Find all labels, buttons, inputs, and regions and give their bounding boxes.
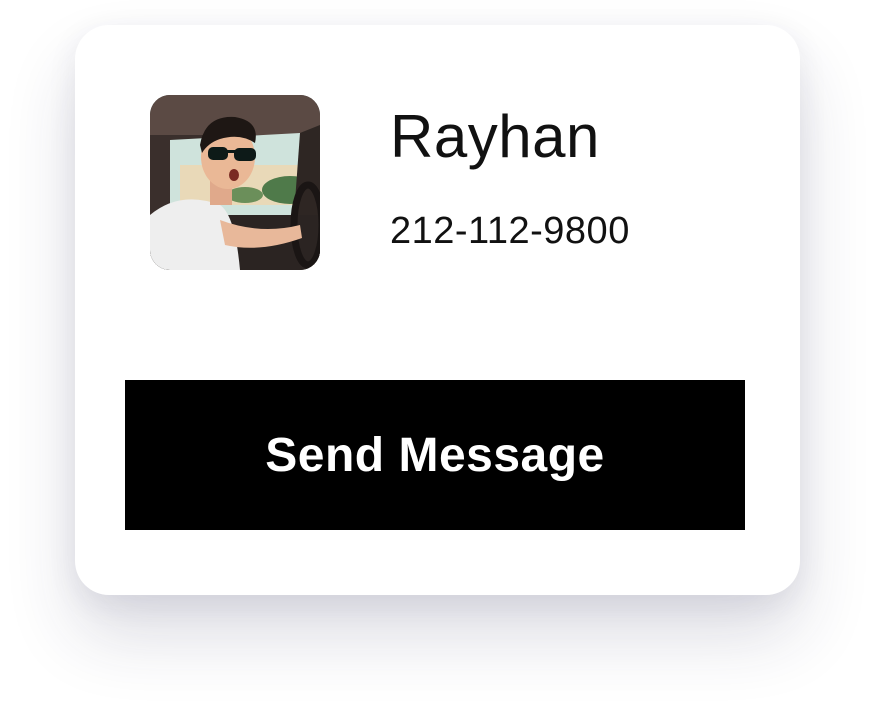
avatar	[150, 95, 320, 270]
contact-name: Rayhan	[390, 103, 600, 170]
contact-phone: 212-112-9800	[390, 210, 630, 252]
send-message-button[interactable]: Send Message	[125, 380, 745, 530]
driver-photo	[150, 95, 320, 270]
driver-contact-card: Rayhan 212-112-9800 Send Message	[75, 25, 800, 595]
